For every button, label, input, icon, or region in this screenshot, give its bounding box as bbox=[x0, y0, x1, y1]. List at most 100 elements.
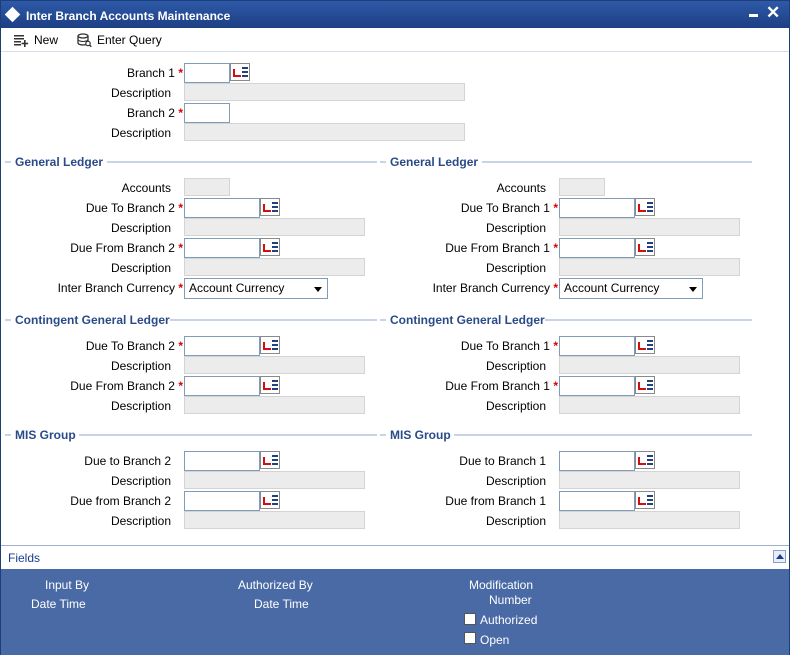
left-cgl-due-from-lov-button[interactable] bbox=[260, 376, 280, 394]
right-mis-due-to-label: Due to Branch 1 bbox=[459, 454, 546, 468]
chevron-down-icon bbox=[314, 287, 322, 292]
right-cgl-rule-right bbox=[545, 319, 752, 321]
left-gl-rule bbox=[5, 161, 11, 163]
left-mis-due-to-description-label: Description bbox=[110, 474, 171, 488]
input-by-label: Input By bbox=[45, 578, 90, 592]
right-accounts-label: Accounts bbox=[496, 181, 546, 195]
right-mis-due-from-lov-button[interactable] bbox=[635, 491, 655, 509]
branch1-input[interactable] bbox=[184, 63, 230, 83]
toolbar: New Enter Query bbox=[1, 28, 789, 52]
new-label: New bbox=[34, 33, 59, 47]
right-mis-title: MIS Group bbox=[390, 428, 451, 442]
left-mis-due-from-description-label: Description bbox=[110, 514, 171, 528]
left-mis-due-from-input[interactable] bbox=[184, 491, 260, 511]
left-gl-title: General Ledger bbox=[15, 155, 104, 169]
right-cgl-due-from-description-label: Description bbox=[485, 399, 546, 413]
fields-bar: Fields bbox=[1, 545, 789, 569]
branch2-description-label: Description bbox=[110, 126, 171, 140]
collapse-up-icon[interactable] bbox=[773, 550, 786, 563]
right-due-from-description-field bbox=[559, 258, 740, 276]
enter-query-label: Enter Query bbox=[97, 33, 162, 47]
left-due-to-description-label: Description bbox=[110, 221, 171, 235]
left-due-from-description-field bbox=[184, 258, 365, 276]
right-currency-select[interactable]: Account Currency bbox=[559, 278, 703, 299]
left-mis-due-to-input[interactable] bbox=[184, 451, 260, 471]
left-due-from-input[interactable] bbox=[184, 238, 260, 258]
right-cgl-due-from-input[interactable] bbox=[559, 376, 635, 396]
right-cgl-due-to-description-label: Description bbox=[485, 359, 546, 373]
right-due-from-description-label: Description bbox=[485, 261, 546, 275]
close-icon[interactable]: ✕ bbox=[766, 4, 780, 21]
right-mis-rule-right bbox=[454, 434, 752, 436]
left-cgl-due-from-description-label: Description bbox=[110, 399, 171, 413]
left-due-from-description-label: Description bbox=[110, 261, 171, 275]
left-cgl-due-to-description-label: Description bbox=[110, 359, 171, 373]
branch2-description-field bbox=[184, 123, 465, 141]
left-cgl-rule bbox=[5, 319, 11, 321]
right-mis-rule bbox=[380, 434, 386, 436]
new-button[interactable]: New bbox=[13, 30, 58, 50]
chevron-down-icon bbox=[689, 287, 697, 292]
window: Inter Branch Accounts Maintenance ✕ New … bbox=[0, 0, 790, 655]
right-cgl-due-to-input[interactable] bbox=[559, 336, 635, 356]
right-gl-rule-right bbox=[482, 161, 752, 163]
authorized-by-label: Authorized By bbox=[238, 578, 313, 592]
authorized-date-time-label: Date Time bbox=[254, 597, 309, 611]
left-mis-due-to-lov-button[interactable] bbox=[260, 451, 280, 469]
right-cgl-due-from-lov-button[interactable] bbox=[635, 376, 655, 394]
right-due-from-lov-button[interactable] bbox=[635, 238, 655, 256]
left-cgl-due-from-input[interactable] bbox=[184, 376, 260, 396]
right-gl-rule bbox=[380, 161, 386, 163]
right-due-from-input[interactable] bbox=[559, 238, 635, 258]
window-title: Inter Branch Accounts Maintenance bbox=[26, 9, 231, 23]
audit-footer: Input By Date Time Authorized By Date Ti… bbox=[1, 569, 789, 655]
right-due-from-label: Due From Branch 1 * bbox=[445, 241, 558, 255]
authorized-checkbox-label: Authorized bbox=[480, 613, 538, 627]
right-cgl-due-to-lov-button[interactable] bbox=[635, 336, 655, 354]
left-currency-label: Inter Branch Currency * bbox=[57, 281, 183, 295]
open-checkbox[interactable] bbox=[464, 632, 476, 644]
left-cgl-due-to-lov-button[interactable] bbox=[260, 336, 280, 354]
left-due-to-input[interactable] bbox=[184, 198, 260, 218]
left-due-from-lov-button[interactable] bbox=[260, 238, 280, 256]
left-currency-select[interactable]: Account Currency bbox=[184, 278, 328, 299]
left-mis-title: MIS Group bbox=[15, 428, 76, 442]
left-cgl-due-from-label: Due From Branch 2 * bbox=[70, 379, 183, 393]
authorized-checkbox[interactable] bbox=[464, 613, 476, 625]
minimize-icon[interactable] bbox=[749, 14, 758, 17]
right-due-to-lov-button[interactable] bbox=[635, 198, 655, 216]
branch1-label: Branch 1 * bbox=[126, 66, 183, 80]
enter-query-button[interactable]: Enter Query bbox=[76, 30, 162, 50]
left-due-from-label: Due From Branch 2 * bbox=[70, 241, 183, 255]
left-cgl-rule-right bbox=[170, 319, 377, 321]
left-mis-rule-right bbox=[79, 434, 377, 436]
right-cgl-due-to-label: Due To Branch 1 * bbox=[460, 339, 558, 353]
left-accounts-label: Accounts bbox=[121, 181, 171, 195]
right-cgl-title: Contingent General Ledger bbox=[390, 313, 545, 327]
right-mis-due-to-description-label: Description bbox=[485, 474, 546, 488]
title-bar: Inter Branch Accounts Maintenance ✕ bbox=[1, 1, 789, 28]
left-cgl-due-to-input[interactable] bbox=[184, 336, 260, 356]
left-mis-rule bbox=[5, 434, 11, 436]
right-due-to-input[interactable] bbox=[559, 198, 635, 218]
left-mis-due-from-description-field bbox=[184, 511, 365, 529]
right-mis-due-from-description-field bbox=[559, 511, 740, 529]
right-mis-due-from-input[interactable] bbox=[559, 491, 635, 511]
query-database-icon bbox=[76, 32, 92, 48]
left-mis-due-from-lov-button[interactable] bbox=[260, 491, 280, 509]
left-due-to-lov-button[interactable] bbox=[260, 198, 280, 216]
right-cgl-due-from-description-field bbox=[559, 396, 740, 414]
right-due-to-description-label: Description bbox=[485, 221, 546, 235]
fields-link[interactable]: Fields bbox=[8, 551, 40, 565]
branch2-input[interactable] bbox=[184, 103, 230, 123]
right-cgl-due-to-description-field bbox=[559, 356, 740, 374]
right-mis-due-to-input[interactable] bbox=[559, 451, 635, 471]
left-due-to-label: Due To Branch 2 * bbox=[85, 201, 183, 215]
left-accounts-field bbox=[184, 178, 230, 196]
right-cgl-rule bbox=[380, 319, 386, 321]
right-mis-due-to-lov-button[interactable] bbox=[635, 451, 655, 469]
right-mis-due-from-label: Due from Branch 1 bbox=[445, 494, 546, 508]
open-checkbox-label: Open bbox=[480, 633, 510, 647]
modification-number-label: Number bbox=[489, 593, 532, 607]
branch1-lov-button[interactable] bbox=[230, 63, 250, 81]
